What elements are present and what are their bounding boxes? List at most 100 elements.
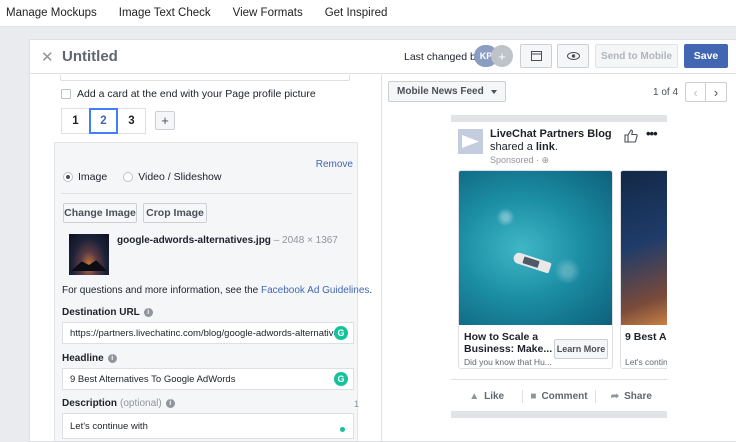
card-tab-3[interactable]: 3 [117, 108, 146, 134]
carousel: How to Scale a Business: Make... Did you… [458, 170, 667, 371]
share-icon: ➦ [610, 390, 620, 402]
thumbs-up-icon: ▲ [469, 390, 480, 402]
crop-image-button[interactable]: Crop Image [143, 203, 207, 223]
actions-divider [451, 379, 667, 380]
globe-icon: ⊕ [541, 155, 550, 165]
pager-text: 1 of 4 [653, 87, 679, 98]
mockup-title[interactable]: Untitled [62, 48, 118, 65]
like-label: Like [484, 390, 505, 402]
post-header: LiveChat Partners Blog shared a link. Sp… [490, 128, 612, 167]
grammarly-icon[interactable]: G [334, 326, 348, 340]
shared-suffix: . [554, 141, 558, 153]
page-avatar [458, 129, 483, 154]
chevron-down-icon [490, 89, 497, 94]
headline-value: 9 Best Alternatives To Google AdWords [70, 373, 236, 385]
nav-get-inspired[interactable]: Get Inspired [325, 7, 388, 19]
comment-button[interactable]: ■ Comment [523, 391, 594, 402]
boat-image [512, 251, 552, 274]
destination-url-value: https://partners.livechatinc.com/blog/go… [70, 327, 347, 339]
send-to-mobile-button[interactable]: Send to Mobile [595, 44, 678, 68]
next-button[interactable]: › [706, 83, 726, 101]
mockup-editor-window: ✕ Untitled Last changed by KP + Send to … [29, 39, 736, 442]
like-button[interactable]: ▲ Like [451, 391, 522, 402]
video-slideshow-label[interactable]: Video / Slideshow [138, 171, 221, 183]
editor-header: ✕ Untitled Last changed by KP + Send to … [30, 40, 736, 74]
change-image-button[interactable]: Change Image [63, 203, 137, 223]
ad-preview: LiveChat Partners Blog shared a link. Sp… [451, 115, 667, 418]
format-select-value: Mobile News Feed [397, 86, 484, 97]
destination-url-label-text: Destination URL [62, 307, 140, 318]
destination-url-input[interactable]: https://partners.livechatinc.com/blog/go… [62, 322, 354, 344]
like-page-icon[interactable] [623, 128, 639, 144]
headline-label: Headline i [62, 353, 117, 364]
info-icon[interactable]: i [143, 308, 153, 317]
description-label-text: Description [62, 398, 118, 409]
info-icon[interactable]: i [165, 399, 175, 408]
description-value: Let's continue with [70, 420, 148, 432]
share-label: Share [624, 390, 652, 402]
card-1-image [459, 171, 612, 325]
card-tab-2[interactable]: 2 [89, 108, 118, 134]
ad-guidelines-text: For questions and more information, see … [62, 285, 372, 296]
image-thumbnail [69, 234, 109, 275]
post-actions: ▲ Like ■ Comment ➦ Share [451, 387, 667, 405]
info-suffix: . [369, 285, 373, 296]
previous-button[interactable]: ‹ [686, 83, 707, 101]
close-icon[interactable]: ✕ [41, 48, 54, 66]
preview-window-button[interactable] [520, 44, 552, 68]
learn-more-button[interactable]: Learn More [554, 339, 608, 359]
preview-panel: Mobile News Feed 1 of 4 ‹ › LiveChat Par… [383, 75, 736, 441]
more-options-icon[interactable]: ••• [646, 126, 658, 141]
image-radio-label[interactable]: Image [78, 171, 107, 183]
card-tab-1[interactable]: 1 [61, 108, 90, 134]
nav-view-formats[interactable]: View Formats [233, 7, 303, 19]
grammarly-status-dot [340, 427, 345, 432]
file-dimensions: – 2048 × 1367 [270, 235, 338, 246]
pager-buttons: ‹ › [685, 82, 727, 102]
preview-eye-button[interactable] [557, 44, 589, 68]
video-slideshow-radio[interactable] [123, 172, 134, 182]
card-2-description: Let's contin [625, 357, 667, 367]
save-button[interactable]: Save [684, 44, 728, 68]
headline-label-text: Headline [62, 353, 104, 364]
media-type-row: Image Video / Slideshow [63, 171, 237, 183]
share-button[interactable]: ➦ Share [596, 391, 667, 402]
page-name[interactable]: LiveChat Partners Blog [490, 128, 612, 140]
image-radio[interactable] [63, 172, 73, 182]
add-profile-card-checkbox[interactable] [61, 89, 71, 99]
destination-url-label: Destination URL i [62, 307, 153, 318]
format-select[interactable]: Mobile News Feed [388, 81, 506, 102]
top-nav: Manage Mockups Image Text Check View For… [0, 0, 736, 27]
nav-image-text-check[interactable]: Image Text Check [119, 7, 211, 19]
shared-link[interactable]: link [536, 141, 555, 153]
info-icon[interactable]: i [107, 354, 117, 363]
add-card-button[interactable]: + [155, 111, 175, 130]
add-profile-card-label: Add a card at the end with your Page pro… [77, 88, 316, 100]
add-collaborator-button[interactable]: + [491, 45, 513, 67]
card-2-image [621, 171, 667, 325]
headline-input[interactable]: 9 Best Alternatives To Google AdWords G [62, 368, 354, 390]
window-icon [530, 51, 542, 61]
ad-guidelines-link[interactable]: Facebook Ad Guidelines [261, 285, 369, 296]
remove-card-link[interactable]: Remove [316, 159, 353, 170]
preview-bottom-bar [451, 411, 667, 418]
comment-icon: ■ [530, 390, 537, 402]
file-name: google-adwords-alternatives.jpg [117, 235, 271, 246]
editor-panel: Add a card at the end with your Page pro… [30, 75, 382, 441]
carousel-card-2[interactable]: 9 Best Alternativ Let's contin [620, 170, 667, 369]
file-info: google-adwords-alternatives.jpg – 2048 ×… [117, 235, 338, 246]
divider [61, 193, 352, 194]
description-char-count: 1 [353, 399, 359, 409]
card-1-headline: How to Scale a Business: Make... [464, 331, 553, 355]
scrolled-input[interactable] [60, 75, 350, 81]
card-1-description: Did you know that Hu... [464, 357, 552, 367]
card-settings-panel: Remove Image Video / Slideshow Change Im… [54, 142, 372, 441]
add-profile-card-row: Add a card at the end with your Page pro… [61, 88, 316, 100]
description-input[interactable]: Let's continue with [62, 413, 354, 439]
card-tabs: 1 2 3 + [61, 108, 175, 134]
sponsored-label: Sponsored · [490, 155, 542, 165]
carousel-card-1[interactable]: How to Scale a Business: Make... Did you… [458, 170, 613, 369]
nav-manage-mockups[interactable]: Manage Mockups [6, 7, 97, 19]
preview-top-bar [451, 115, 667, 122]
grammarly-icon[interactable]: G [334, 372, 348, 386]
